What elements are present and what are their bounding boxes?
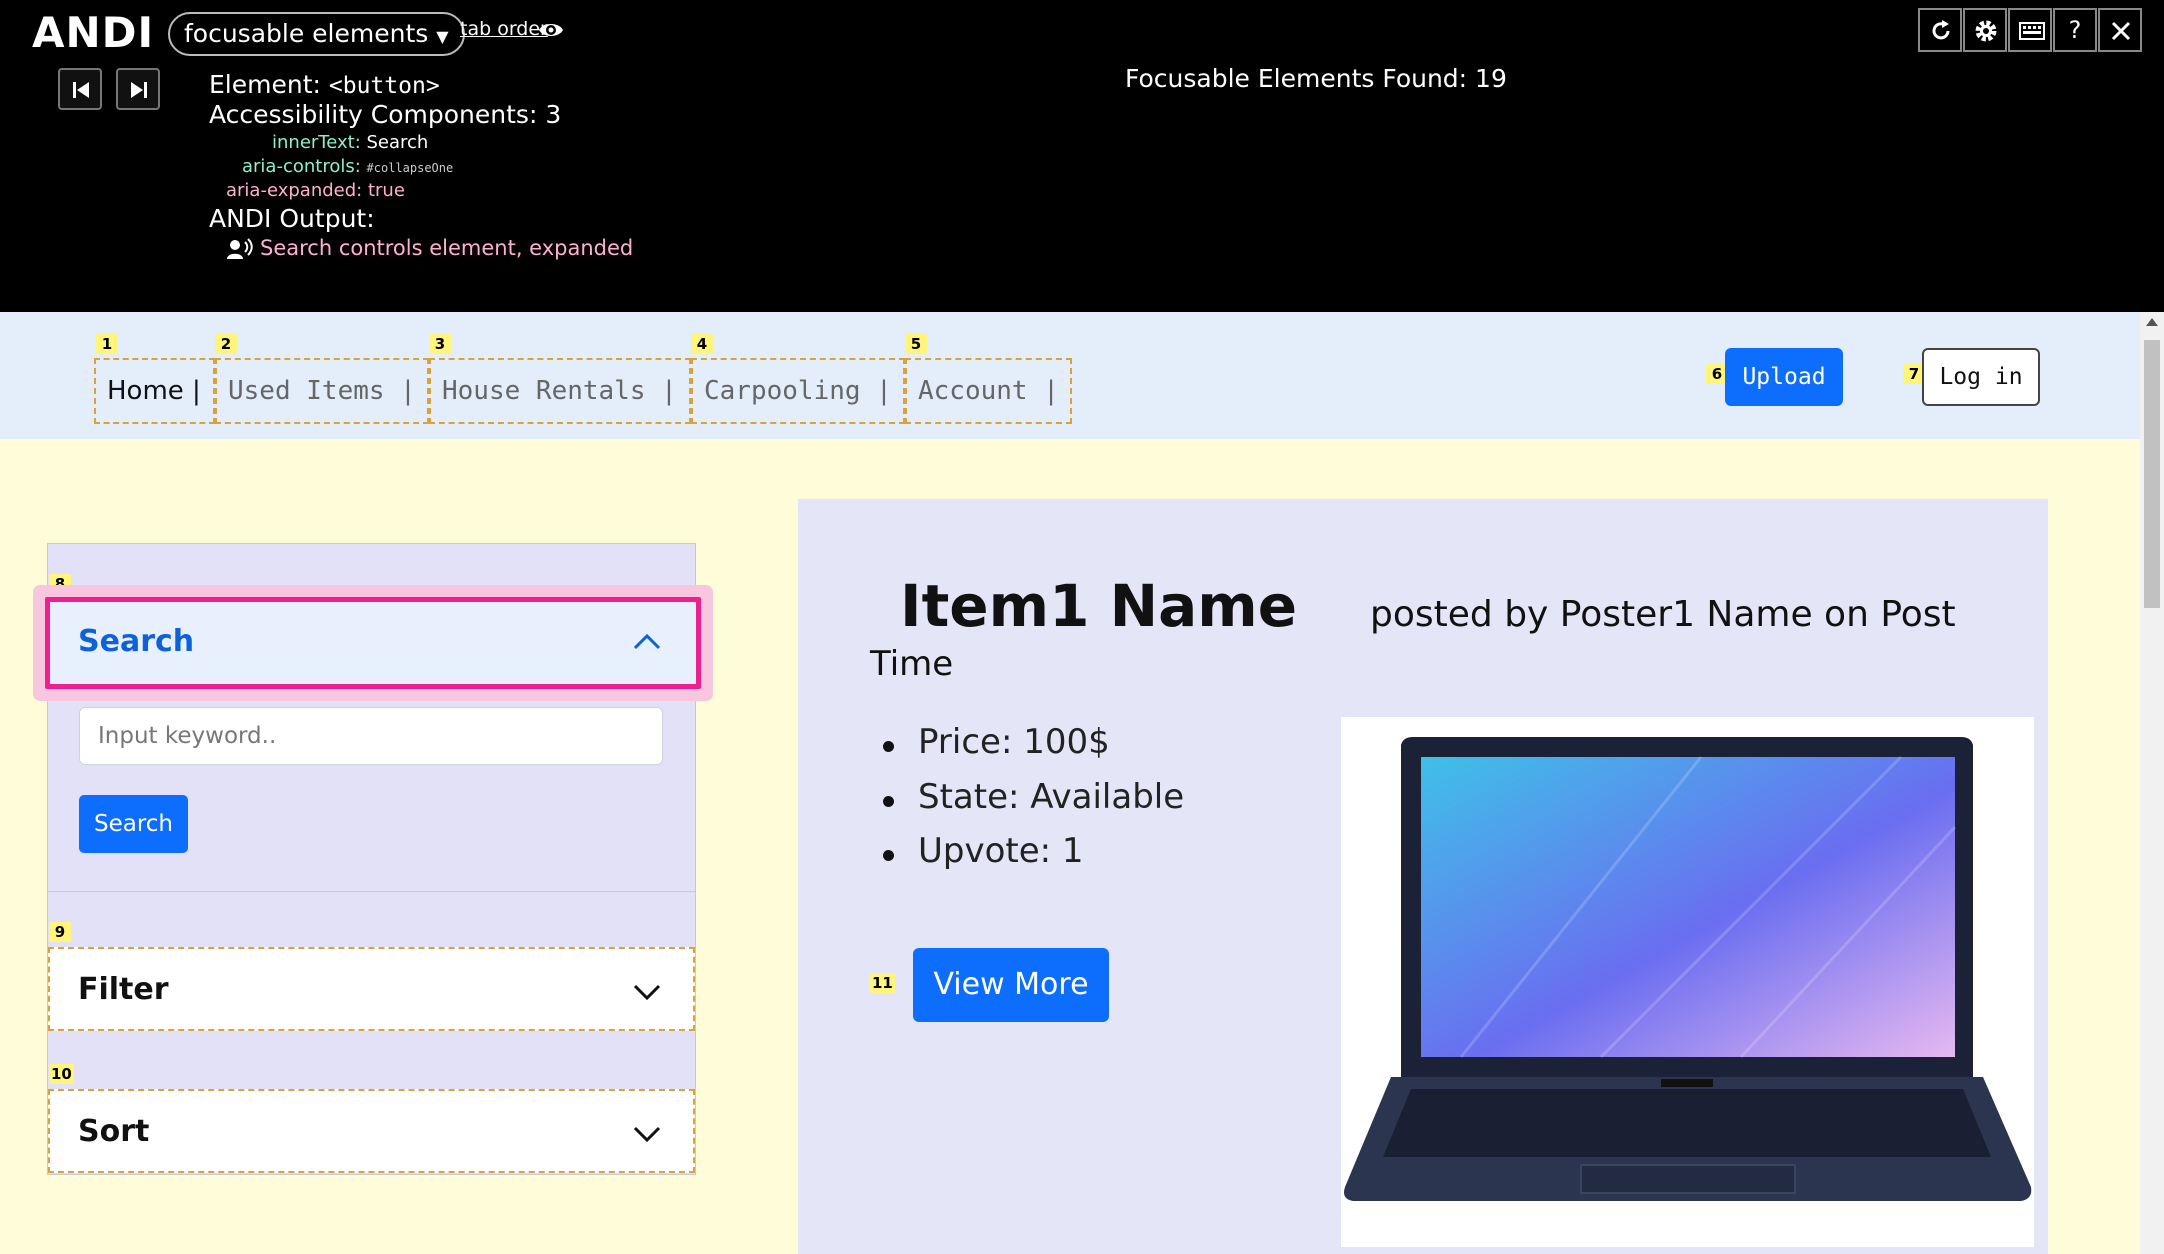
scroll-up-arrow-icon[interactable]: [2146, 318, 2158, 326]
tab-order-badge: 8: [49, 574, 71, 594]
previous-element-button[interactable]: [58, 68, 102, 110]
andi-toolbar: ANDI focusable elements ▼ tab order Elem…: [0, 0, 2164, 312]
list-bullet: [883, 741, 894, 752]
andi-output: Search controls element, expanded: [226, 236, 633, 260]
nav-used-items[interactable]: Used Items |: [215, 358, 429, 424]
component-key: aria-controls:: [242, 156, 361, 177]
gear-icon: [1975, 20, 1997, 42]
nav-home[interactable]: Home |: [94, 358, 215, 424]
tab-order-badge: 9: [49, 922, 71, 942]
help-button[interactable]: ?: [2053, 8, 2097, 52]
component-key: innerText:: [272, 132, 361, 153]
tab-order-badge: 3: [429, 334, 451, 354]
focusable-count: Focusable Elements Found: 19: [1125, 64, 1507, 93]
search-accordion-title: Search: [78, 624, 195, 659]
laptop-image: [1344, 737, 2032, 1201]
tab-order-badge: 2: [215, 334, 237, 354]
tab-order-badge: 5: [905, 334, 927, 354]
scrollbar-thumb[interactable]: [2144, 340, 2160, 608]
keyboard-icon: [2019, 22, 2045, 40]
mode-select[interactable]: focusable elements ▼: [168, 12, 465, 56]
element-line: Element: <button>: [209, 70, 440, 99]
upload-button[interactable]: Upload: [1725, 348, 1843, 406]
caret-down-icon: ▼: [436, 27, 449, 46]
item-upvote: Upvote: 1: [918, 831, 1084, 871]
tab-order-badge: 1: [96, 334, 118, 354]
nav-account[interactable]: Account |: [905, 358, 1072, 424]
mode-select-label: focusable elements: [184, 19, 429, 48]
skip-next-icon: [131, 82, 147, 98]
filter-accordion-title: Filter: [78, 972, 169, 1007]
tab-order-badge: 10: [49, 1064, 74, 1084]
andi-output-label: ANDI Output:: [209, 204, 375, 233]
view-more-button[interactable]: View More: [913, 948, 1109, 1022]
settings-button[interactable]: [1963, 8, 2007, 52]
components-label: Accessibility Components: 3: [209, 100, 562, 129]
component-innertext: innerText: Search: [272, 132, 428, 153]
tab-order-badge: 4: [691, 334, 713, 354]
keyboard-button[interactable]: [2008, 8, 2052, 52]
nav-house-rentals[interactable]: House Rentals |: [429, 358, 691, 424]
refresh-button[interactable]: [1918, 8, 1962, 52]
close-button[interactable]: [2098, 8, 2142, 52]
item-price: Price: 100$: [918, 722, 1110, 762]
close-icon: [2111, 21, 2131, 41]
search-button[interactable]: Search: [79, 795, 188, 853]
list-bullet: [883, 796, 894, 807]
item-posted-by: posted by Poster1 Name on Post: [1370, 594, 1956, 635]
search-input[interactable]: Input keyword..: [79, 707, 663, 765]
andi-logo: ANDI: [32, 8, 155, 57]
login-button[interactable]: Log in: [1922, 348, 2040, 406]
screen-reader-icon: [227, 238, 253, 259]
chevron-up-icon: [633, 633, 661, 650]
nav-carpooling[interactable]: Carpooling |: [691, 358, 905, 424]
chevron-down-icon: [633, 1126, 661, 1143]
component-value: #collapseOne: [366, 161, 454, 175]
component-aria-expanded: aria-expanded: true: [226, 180, 405, 201]
tab-order-badge: 11: [870, 973, 895, 993]
tab-order-link[interactable]: tab order: [460, 18, 548, 40]
element-label: Element:: [209, 70, 321, 99]
skip-previous-icon: [73, 82, 89, 98]
item-title: Item1 Name: [900, 572, 1298, 640]
item-state: State: Available: [918, 777, 1185, 817]
chevron-down-icon: [633, 984, 661, 1001]
accordion-divider: [48, 891, 695, 892]
site-navbar: 1 Home | 2 Used Items | 3 House Rentals …: [0, 312, 2140, 439]
next-element-button[interactable]: [116, 68, 160, 110]
sort-accordion-title: Sort: [78, 1114, 150, 1149]
component-key: aria-expanded:: [226, 180, 363, 201]
element-tag: <button>: [328, 73, 440, 99]
component-value: true: [367, 180, 405, 201]
component-value: Search: [366, 132, 429, 153]
component-aria-controls: aria-controls: #collapseOne: [242, 156, 453, 177]
andi-output-text: Search controls element, expanded: [260, 236, 634, 260]
eye-icon[interactable]: [538, 18, 564, 42]
list-bullet: [883, 850, 894, 861]
refresh-icon: [1932, 20, 1950, 40]
item-post-time: Time: [870, 644, 954, 684]
item-image: [1341, 717, 2034, 1247]
